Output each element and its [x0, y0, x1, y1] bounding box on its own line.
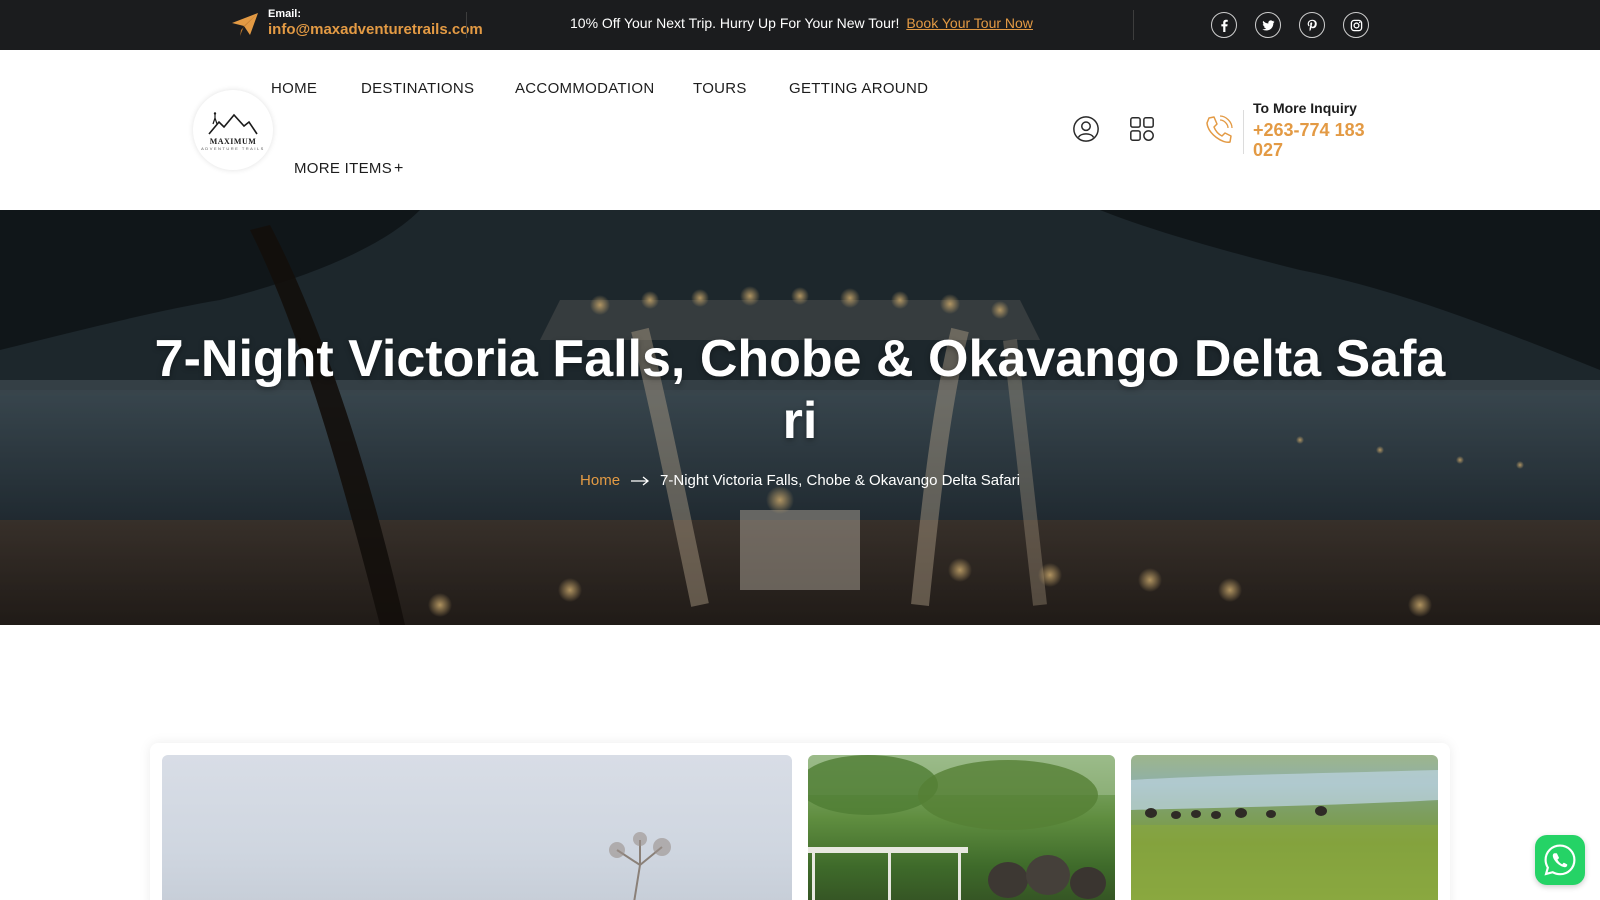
breadcrumb-home-link[interactable]: Home — [580, 472, 620, 489]
book-tour-link[interactable]: Book Your Tour Now — [906, 15, 1033, 31]
logo-subtext: ADVENTURE TRAILS — [201, 145, 265, 151]
mountain-logo-icon — [208, 111, 258, 135]
hero-banner: 7-Night Victoria Falls, Chobe & Okavango… — [0, 210, 1600, 625]
arrow-right-icon — [631, 475, 650, 486]
top-bar: Email: info@maxadventuretrails.com 10% O… — [0, 0, 1600, 50]
pinterest-icon[interactable] — [1299, 12, 1325, 38]
elephants-river-floodplain-photo — [1131, 770, 1438, 900]
page-title: 7-Night Victoria Falls, Chobe & Okavango… — [154, 330, 1446, 450]
nav-accommodation[interactable]: ACCOMMODATION — [515, 80, 654, 97]
nav-more-items[interactable]: MORE ITEMS + — [294, 160, 404, 178]
promo-text: 10% Off Your Next Trip. Hurry Up For You… — [570, 15, 900, 31]
safari-vehicle-elephants-photo — [808, 755, 1115, 900]
divider — [466, 12, 467, 38]
facebook-icon[interactable] — [1211, 12, 1237, 38]
nav-more-items-label: MORE ITEMS — [294, 160, 393, 177]
gallery-image-safari-vehicle[interactable] — [808, 755, 1115, 900]
nav-home[interactable]: HOME — [271, 80, 317, 97]
inquiry-phone-link[interactable]: +263-774 183 027 — [1253, 120, 1393, 160]
gallery-image-river-elephants[interactable] — [1131, 755, 1438, 900]
promo-banner: 10% Off Your Next Trip. Hurry Up For You… — [570, 15, 1033, 31]
phone-icon — [1206, 115, 1233, 143]
email-label: Email: — [268, 8, 302, 20]
grid-menu-icon[interactable] — [1127, 114, 1157, 144]
nav-tours[interactable]: TOURS — [693, 80, 747, 97]
email-contact[interactable]: Email: info@maxadventuretrails.com — [230, 8, 483, 39]
plus-icon: + — [394, 160, 404, 177]
paper-plane-icon — [232, 12, 258, 36]
inquiry-label: To More Inquiry — [1253, 100, 1357, 116]
gallery-image-acacia[interactable] — [162, 755, 792, 900]
instagram-icon[interactable] — [1343, 12, 1369, 38]
tour-gallery — [150, 743, 1450, 900]
email-link[interactable]: info@maxadventuretrails.com — [268, 21, 483, 39]
nav-getting-around[interactable]: GETTING AROUND — [789, 80, 928, 97]
site-logo[interactable]: MAXIMUM ADVENTURE TRAILS — [193, 90, 273, 170]
logo-text: MAXIMUM — [209, 136, 257, 146]
nav-destinations[interactable]: DESTINATIONS — [361, 80, 474, 97]
whatsapp-icon[interactable] — [1535, 835, 1585, 885]
divider — [1133, 10, 1134, 40]
twitter-icon[interactable] — [1255, 12, 1281, 38]
user-account-icon[interactable] — [1071, 114, 1101, 144]
site-header: MAXIMUM ADVENTURE TRAILS HOME DESTINATIO… — [0, 50, 1600, 210]
divider — [1243, 110, 1244, 154]
acacia-tree-photo — [609, 832, 671, 900]
breadcrumb: Home 7-Night Victoria Falls, Chobe & Oka… — [0, 472, 1600, 489]
breadcrumb-current: 7-Night Victoria Falls, Chobe & Okavango… — [660, 472, 1020, 489]
